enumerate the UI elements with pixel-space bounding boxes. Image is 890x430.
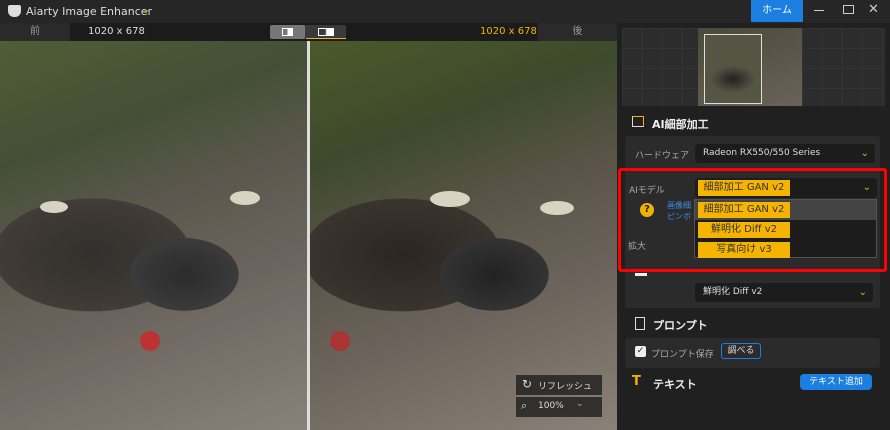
view-toggle	[270, 25, 346, 39]
title-bar: Aiarty Image Enhancer ⌄ ホーム ✕	[0, 0, 890, 23]
after-image[interactable]: ↻ リフレッシュ ⌕ 100% ⌄	[310, 41, 617, 430]
refresh-button[interactable]: ↻ リフレッシュ	[516, 375, 602, 395]
chevron-down-icon: ⌄	[860, 148, 869, 159]
second-model-select[interactable]: 鮮明化 Diff v2 ⌄	[695, 283, 873, 302]
prompt-save-checkbox[interactable]: ✓	[635, 346, 646, 357]
refresh-label: リフレッシュ	[538, 382, 593, 392]
split-view-button[interactable]	[270, 25, 305, 39]
close-icon[interactable]: ✕	[868, 2, 879, 17]
refresh-icon: ↻	[522, 377, 533, 391]
check-button[interactable]: 調べる	[721, 343, 761, 359]
zoom-value: 100%	[538, 401, 564, 411]
detail-enhance-icon	[632, 116, 644, 127]
chevron-down-icon: ⌄	[858, 287, 867, 298]
viewport-box[interactable]	[704, 34, 762, 104]
navigator-thumbnail[interactable]	[622, 28, 885, 106]
side-by-side-button[interactable]	[306, 25, 346, 39]
hardware-label: ハードウェア	[635, 151, 690, 161]
checkbox[interactable]	[635, 273, 647, 276]
chevron-down-icon[interactable]: ⌄	[141, 3, 150, 16]
before-label: 前	[0, 23, 70, 41]
home-button[interactable]: ホーム	[751, 0, 803, 22]
zoom-control[interactable]: ⌕ 100% ⌄	[516, 397, 602, 417]
app-logo-icon	[8, 5, 21, 17]
before-size: 1020 x 678	[88, 26, 145, 37]
text-title: テキスト	[653, 378, 697, 391]
settings-panel: AI細部加工 ハードウェア Radeon RX550/550 Series ⌄ A…	[617, 23, 890, 430]
text-icon: T	[632, 374, 641, 389]
chevron-down-icon[interactable]: ⌄	[576, 399, 584, 409]
app-title: Aiarty Image Enhancer	[26, 5, 153, 18]
add-text-button[interactable]: テキスト追加	[800, 374, 872, 390]
after-size: 1020 x 678	[480, 26, 537, 37]
compare-toolbar: 前 1020 x 678 1020 x 678 後	[0, 23, 617, 41]
maximize-icon[interactable]	[843, 5, 854, 14]
prompt-title: プロンプト	[653, 319, 708, 332]
zoom-icon: ⌕	[521, 399, 528, 412]
hardware-select[interactable]: Radeon RX550/550 Series ⌄	[695, 144, 875, 163]
hardware-value: Radeon RX550/550 Series	[703, 148, 821, 158]
document-icon	[635, 317, 645, 330]
prompt-save-label: プロンプト保存	[651, 350, 714, 360]
section-title: AI細部加工	[652, 118, 709, 131]
highlight-box	[618, 168, 887, 272]
before-image[interactable]	[0, 41, 307, 430]
minimize-icon[interactable]	[814, 10, 824, 11]
after-label: 後	[538, 23, 617, 41]
second-select-value: 鮮明化 Diff v2	[703, 287, 763, 297]
